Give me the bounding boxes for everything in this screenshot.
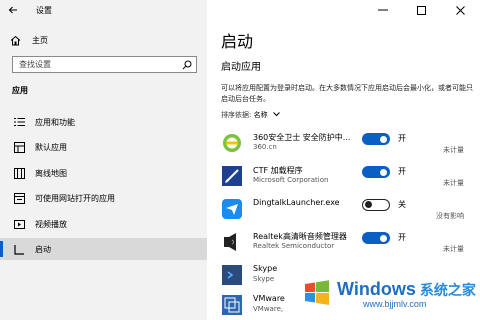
app-publisher: 360.cn [253, 143, 277, 151]
windows-logo-icon [303, 279, 331, 309]
app-name: 360安全卫士 安全防护中... [253, 133, 351, 142]
close-button[interactable] [441, 0, 480, 20]
startup-toggle[interactable] [362, 232, 390, 244]
sidebar-item-default-apps[interactable]: 默认应用 [0, 136, 207, 158]
dingtalk-icon [221, 198, 243, 220]
maximize-icon [417, 5, 426, 15]
realtek-audio-icon [221, 231, 243, 253]
sidebar-item-website-apps[interactable]: 可使用网站打开的应用 [0, 187, 207, 209]
sidebar-item-startup[interactable]: 启动 [0, 238, 207, 260]
sort-control[interactable]: 排序依据: 名称 [221, 110, 280, 120]
offline-maps-icon [12, 167, 26, 179]
app-publisher: Realtek Semiconductor [253, 242, 335, 250]
search-icon[interactable] [178, 60, 196, 70]
sidebar-item-label: 默认应用 [35, 142, 67, 152]
home-icon [10, 35, 24, 46]
chevron-down-icon [272, 111, 280, 119]
startup-toggle[interactable] [362, 133, 390, 145]
minimize-button[interactable] [363, 0, 402, 20]
title-bar: 设置 [0, 0, 207, 20]
sidebar-item-label: 离线地图 [35, 168, 67, 178]
startup-app-row: DingtalkLauncher.exe 关 没有影响 [221, 196, 476, 226]
sidebar: 设置 主页 应用 应用和功能 默认应用 离线地图 可使用 [0, 0, 207, 320]
sort-label: 排序依据: [221, 111, 252, 119]
sidebar-item-offline-maps[interactable]: 离线地图 [0, 162, 207, 184]
sidebar-item-label: 启动 [35, 244, 51, 254]
360-security-icon [221, 132, 243, 154]
app-name: Realtek高清晰音频管理器 [253, 232, 347, 241]
vmware-icon [221, 294, 243, 316]
page-title: 启动 [221, 32, 254, 51]
app-name: DingtalkLauncher.exe [253, 198, 340, 207]
video-playback-icon [12, 219, 26, 230]
watermark: Windows 系统之家 www.bjjmlv.com [295, 268, 480, 320]
startup-impact: 未计量 [443, 146, 464, 154]
back-button[interactable] [0, 0, 26, 20]
startup-impact: 未计量 [443, 179, 464, 187]
website-apps-icon [12, 192, 26, 204]
active-indicator [0, 241, 3, 257]
close-icon [456, 5, 465, 15]
toggle-knob [380, 168, 387, 176]
sidebar-item-label: 应用和功能 [35, 117, 75, 127]
sidebar-item-label: 视频播放 [35, 219, 67, 229]
toggle-knob [380, 135, 387, 143]
window-controls [363, 0, 480, 20]
minimize-icon [377, 9, 388, 11]
apps-list-icon [12, 117, 26, 127]
toggle-state: 开 [398, 233, 406, 242]
watermark-url: www.bjjmlv.com [363, 298, 427, 309]
startup-toggle[interactable] [362, 199, 390, 211]
ctf-loader-icon [221, 165, 243, 187]
skype-icon [221, 264, 243, 286]
watermark-brand-en: Windows [337, 278, 416, 299]
app-publisher: VMware, [253, 305, 284, 313]
app-publisher: Microsoft Corporation [253, 176, 329, 184]
section-subtitle: 启动应用 [221, 62, 261, 73]
sidebar-item-apps-features[interactable]: 应用和功能 [0, 111, 207, 133]
toggle-knob [380, 234, 387, 242]
app-publisher: Skype [253, 275, 275, 283]
window-title: 设置 [36, 5, 52, 15]
home-label: 主页 [32, 35, 48, 45]
toggle-state: 关 [398, 200, 406, 209]
description-text: 可以将应用配置为登录时启动。在大多数情况下应用启动后会最小化，或者可能只启动后台… [221, 84, 473, 103]
sidebar-item-video-playback[interactable]: 视频播放 [0, 213, 207, 235]
watermark-brand-cn: 系统之家 [419, 281, 476, 298]
startup-impact: 未计量 [443, 245, 464, 253]
sidebar-item-home[interactable]: 主页 [0, 31, 207, 49]
maximize-button[interactable] [402, 0, 441, 20]
search-box [12, 56, 197, 73]
startup-app-row: CTF 加载程序 Microsoft Corporation 开 未计量 [221, 163, 476, 193]
section-label-apps: 应用 [12, 86, 28, 95]
arrow-left-icon [8, 6, 17, 14]
watermark-brand: Windows 系统之家 [337, 280, 476, 299]
toggle-knob [365, 201, 372, 208]
sort-value: 名称 [253, 111, 268, 119]
startup-icon [12, 244, 26, 255]
app-name: CTF 加载程序 [253, 166, 303, 175]
startup-app-row: Realtek高清晰音频管理器 Realtek Semiconductor 开 … [221, 229, 476, 259]
startup-app-row: 360安全卫士 安全防护中... 360.cn 开 未计量 [221, 130, 476, 160]
default-apps-icon [12, 141, 26, 153]
toggle-state: 开 [398, 134, 406, 143]
search-input[interactable] [13, 60, 178, 69]
startup-toggle[interactable] [362, 166, 390, 178]
watermark-text: Windows 系统之家 www.bjjmlv.com [337, 280, 476, 309]
sidebar-item-label: 可使用网站打开的应用 [35, 193, 115, 203]
startup-impact: 没有影响 [436, 212, 464, 220]
toggle-state: 开 [398, 167, 406, 176]
